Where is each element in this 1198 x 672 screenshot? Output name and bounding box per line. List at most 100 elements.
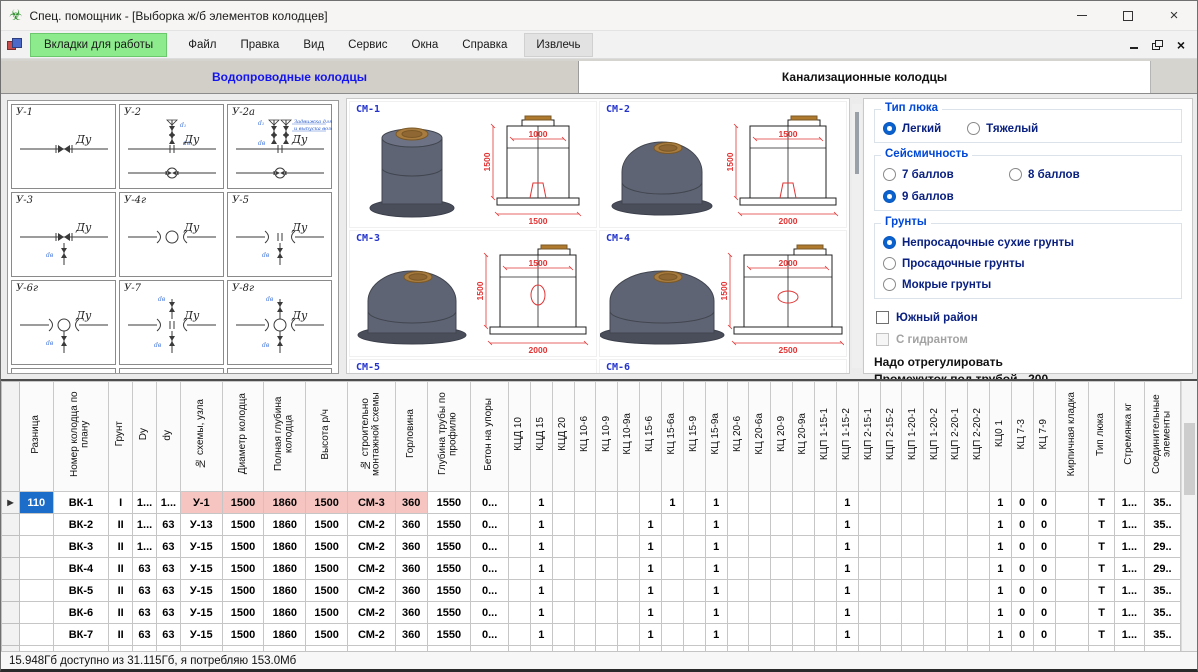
cell[interactable] [858, 624, 880, 646]
cell[interactable] [596, 536, 618, 558]
cell[interactable]: У-15 [180, 602, 222, 624]
cell[interactable] [749, 492, 771, 514]
maximize-button[interactable] [1105, 1, 1151, 30]
cell[interactable] [902, 492, 924, 514]
cell[interactable] [727, 558, 749, 580]
cell[interactable] [771, 536, 793, 558]
cell[interactable]: 1550 [427, 602, 471, 624]
cell[interactable]: 1... [133, 536, 157, 558]
cell[interactable]: Т [1089, 580, 1115, 602]
cell[interactable]: 1 [989, 514, 1011, 536]
scheme-cell-У-1[interactable]: У-1Ду [11, 104, 116, 189]
gallery-scrollbar-thumb[interactable] [855, 112, 859, 174]
cell[interactable] [815, 536, 837, 558]
cell[interactable] [902, 624, 924, 646]
column-header-14[interactable]: КЦД 15 [530, 382, 552, 492]
cell[interactable] [924, 580, 946, 602]
column-header-30[interactable]: КЦП 2-15-2 [880, 382, 902, 492]
cell[interactable] [552, 558, 574, 580]
cell[interactable] [574, 492, 596, 514]
cell[interactable] [815, 602, 837, 624]
cell[interactable] [618, 514, 640, 536]
cell[interactable]: 63 [156, 536, 180, 558]
cell[interactable]: II [109, 514, 133, 536]
cell[interactable] [902, 580, 924, 602]
row-header[interactable]: ▶ [2, 492, 20, 514]
cell[interactable]: 1550 [427, 624, 471, 646]
cell[interactable]: II [109, 580, 133, 602]
well-cell-СМ-1[interactable]: СМ-1100015001500 [349, 101, 597, 228]
column-header-8[interactable]: Высота р/ч [306, 382, 348, 492]
radio-1-1[interactable]: 8 баллов [1009, 168, 1080, 181]
cell[interactable] [902, 558, 924, 580]
cell[interactable]: СМ-2 [347, 624, 395, 646]
cell[interactable] [19, 624, 53, 646]
well-cell-СМ-4[interactable]: СМ-4200015002500 [599, 230, 847, 357]
menu-item-6[interactable]: Справка [451, 34, 518, 56]
cell[interactable]: 29.. [1144, 536, 1180, 558]
cell[interactable]: 1500 [306, 624, 348, 646]
radio-0-0[interactable]: Легкий [883, 122, 941, 135]
cell[interactable] [509, 624, 531, 646]
cell[interactable] [552, 492, 574, 514]
cell[interactable]: 1860 [264, 602, 306, 624]
cell[interactable]: 1 [989, 624, 1011, 646]
cell[interactable]: 63 [133, 580, 157, 602]
cell[interactable]: 1 [989, 536, 1011, 558]
cell[interactable]: 1... [1115, 536, 1145, 558]
column-header-37[interactable]: КЦ 7-9 [1033, 382, 1055, 492]
column-header-10[interactable]: Горловина [395, 382, 427, 492]
cell[interactable]: 1 [705, 624, 727, 646]
cell[interactable]: 1... [1115, 492, 1145, 514]
radio-1-2[interactable]: 9 баллов [883, 190, 1173, 203]
cell[interactable] [1055, 624, 1089, 646]
cell[interactable]: 1 [989, 558, 1011, 580]
cell[interactable] [509, 492, 531, 514]
cell[interactable] [815, 492, 837, 514]
cell[interactable]: 0 [1033, 558, 1055, 580]
cell[interactable]: 1500 [222, 536, 264, 558]
cell[interactable]: 0... [471, 492, 509, 514]
row-header[interactable] [2, 624, 20, 646]
cell[interactable]: 1... [133, 492, 157, 514]
cell[interactable] [662, 514, 684, 536]
cell[interactable]: У-13 [180, 514, 222, 536]
cell[interactable] [880, 580, 902, 602]
cell[interactable]: 1 [989, 580, 1011, 602]
cell[interactable]: 1860 [264, 624, 306, 646]
cell[interactable] [924, 558, 946, 580]
cell[interactable] [749, 536, 771, 558]
cell[interactable] [815, 624, 837, 646]
cell[interactable] [19, 602, 53, 624]
column-header-13[interactable]: КЦД 10 [509, 382, 531, 492]
cell[interactable]: 1... [133, 514, 157, 536]
menu-item-1[interactable]: Файл [177, 34, 227, 56]
cell[interactable]: 0 [1011, 580, 1033, 602]
cell[interactable]: 1... [1115, 580, 1145, 602]
cell[interactable]: 1860 [264, 558, 306, 580]
cell[interactable] [793, 492, 815, 514]
cell[interactable] [618, 624, 640, 646]
cell[interactable] [968, 492, 990, 514]
cell[interactable]: 1 [705, 602, 727, 624]
cell[interactable]: 360 [395, 558, 427, 580]
cell[interactable] [771, 492, 793, 514]
cell[interactable]: II [109, 624, 133, 646]
cell[interactable]: 1 [836, 514, 858, 536]
cell[interactable] [509, 558, 531, 580]
cell[interactable]: 63 [156, 624, 180, 646]
cell[interactable] [574, 580, 596, 602]
cell[interactable] [858, 602, 880, 624]
cell[interactable]: 360 [395, 624, 427, 646]
cell[interactable] [880, 602, 902, 624]
cell[interactable]: Т [1089, 624, 1115, 646]
cell[interactable] [968, 580, 990, 602]
cell[interactable] [1055, 602, 1089, 624]
cell[interactable]: 360 [395, 514, 427, 536]
cell[interactable]: 1 [836, 602, 858, 624]
cell[interactable] [968, 602, 990, 624]
cell[interactable]: 0... [471, 536, 509, 558]
cell[interactable] [902, 602, 924, 624]
cell[interactable] [618, 580, 640, 602]
cell[interactable]: Т [1089, 558, 1115, 580]
